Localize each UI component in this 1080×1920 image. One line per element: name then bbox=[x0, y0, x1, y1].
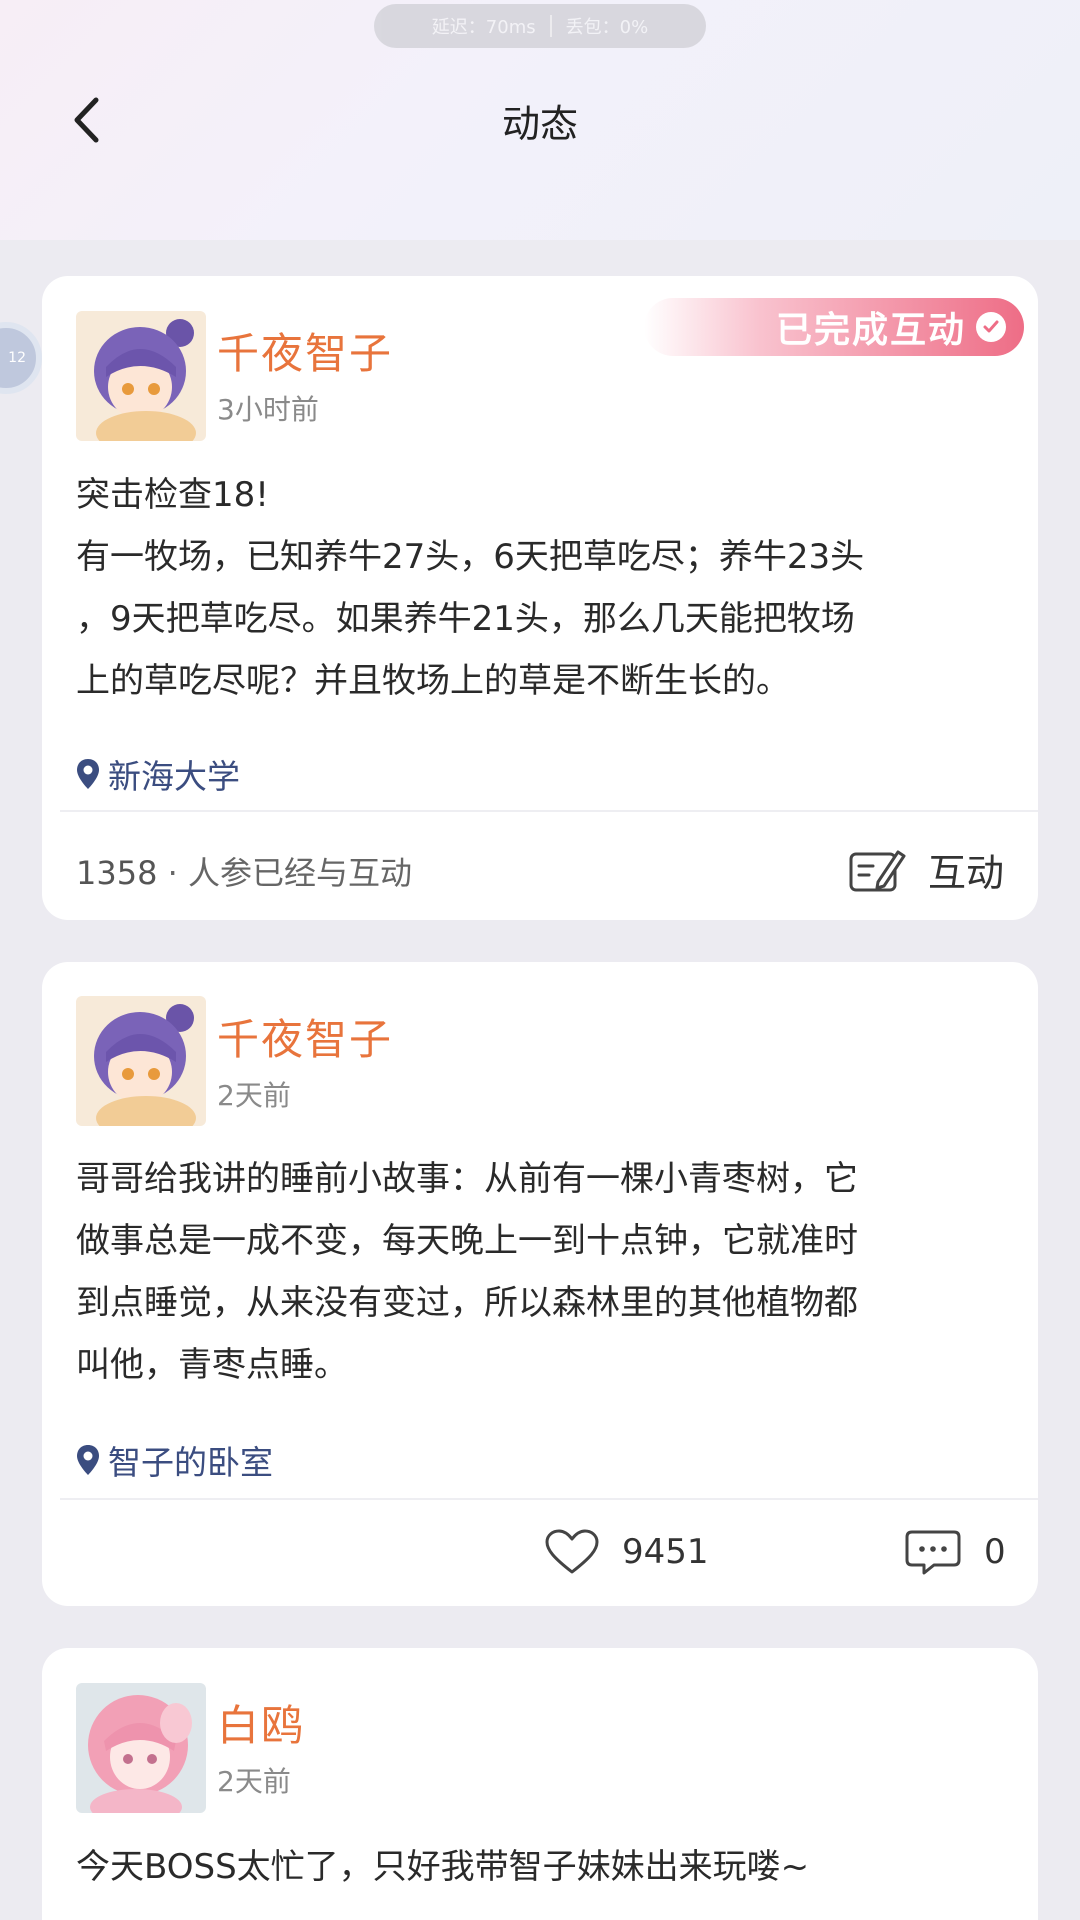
completed-interaction-badge: 已完成互动 bbox=[644, 298, 1024, 356]
avatar[interactable] bbox=[76, 1683, 206, 1813]
edit-note-icon bbox=[849, 850, 906, 891]
post-content: 突击检查18! 有一牧场，已知养牛27头，6天把草吃尽；养牛23头 ，9天把草吃… bbox=[76, 475, 865, 701]
top-bar: 动态 bbox=[0, 60, 1080, 180]
page-title: 动态 bbox=[501, 101, 578, 146]
post-time: 2天前 bbox=[217, 1765, 291, 1798]
participants-info: 1358 · 人参已经与互动 bbox=[76, 848, 412, 894]
post-card[interactable]: 千夜智子 3小时前 已完成互动 突击检查18! 有一牧场，已知养牛27头，6天把… bbox=[42, 276, 1038, 920]
avatar-pink-hair-image bbox=[76, 1683, 206, 1813]
floating-bubble-label: 12 bbox=[8, 350, 26, 366]
chevron-left-icon bbox=[74, 97, 99, 143]
interact-button[interactable]: 互动 bbox=[848, 842, 1004, 897]
floating-bubble[interactable]: 12 bbox=[0, 322, 42, 394]
author-name[interactable]: 千夜智子 bbox=[217, 1006, 393, 1067]
divider bbox=[60, 1498, 1038, 1500]
post-card[interactable]: 白鸥 2天前 今天BOSS太忙了，只好我带智子妹妹出来玩喽~ bbox=[42, 1648, 1038, 1920]
like-count: 9451 bbox=[622, 1532, 709, 1572]
avatar-purple-hair-image bbox=[76, 311, 206, 441]
avatar-purple-hair-image bbox=[76, 996, 206, 1126]
location-pin-icon bbox=[77, 1445, 99, 1475]
post-location[interactable]: 新海大学 bbox=[76, 750, 240, 798]
comment-bubble-icon bbox=[905, 1530, 961, 1575]
packet-status: 丢包：0% bbox=[565, 17, 649, 38]
post-location[interactable]: 智子的卧室 bbox=[76, 1436, 273, 1484]
check-circle-icon bbox=[976, 312, 1006, 342]
participants-count: 1358 bbox=[76, 854, 158, 892]
participants-text: · 人参已经与互动 bbox=[167, 854, 412, 892]
status-separator bbox=[549, 15, 552, 37]
post-time: 2天前 bbox=[217, 1079, 291, 1112]
author-name[interactable]: 白鸥 bbox=[217, 1692, 305, 1753]
author-name[interactable]: 千夜智子 bbox=[217, 320, 393, 381]
post-card[interactable]: 千夜智子 2天前 哥哥给我讲的睡前小故事：从前有一棵小青枣树，它 做事总是一成不… bbox=[42, 962, 1038, 1606]
post-time: 3小时前 bbox=[217, 393, 319, 426]
post-content: 今天BOSS太忙了，只好我带智子妹妹出来玩喽~ bbox=[76, 1847, 810, 1887]
location-label: 智子的卧室 bbox=[108, 1443, 273, 1482]
location-pin-icon bbox=[77, 759, 99, 789]
signal-status: 延迟：70ms bbox=[431, 17, 536, 38]
location-label: 新海大学 bbox=[108, 757, 240, 796]
comment-button[interactable]: 0 bbox=[904, 1528, 1006, 1576]
avatar[interactable] bbox=[76, 996, 206, 1126]
heart-icon bbox=[545, 1529, 599, 1574]
divider bbox=[60, 810, 1038, 812]
badge-label: 已完成互动 bbox=[775, 310, 966, 351]
interact-label: 互动 bbox=[927, 851, 1004, 895]
like-button[interactable]: 9451 bbox=[544, 1528, 709, 1576]
post-content: 哥哥给我讲的睡前小故事：从前有一棵小青枣树，它 做事总是一成不变，每天晚上一到十… bbox=[76, 1159, 858, 1385]
back-button[interactable] bbox=[56, 90, 116, 150]
network-status-pill: 延迟：70ms 丢包：0% bbox=[374, 4, 706, 48]
avatar[interactable] bbox=[76, 311, 206, 441]
comment-count: 0 bbox=[984, 1532, 1006, 1572]
